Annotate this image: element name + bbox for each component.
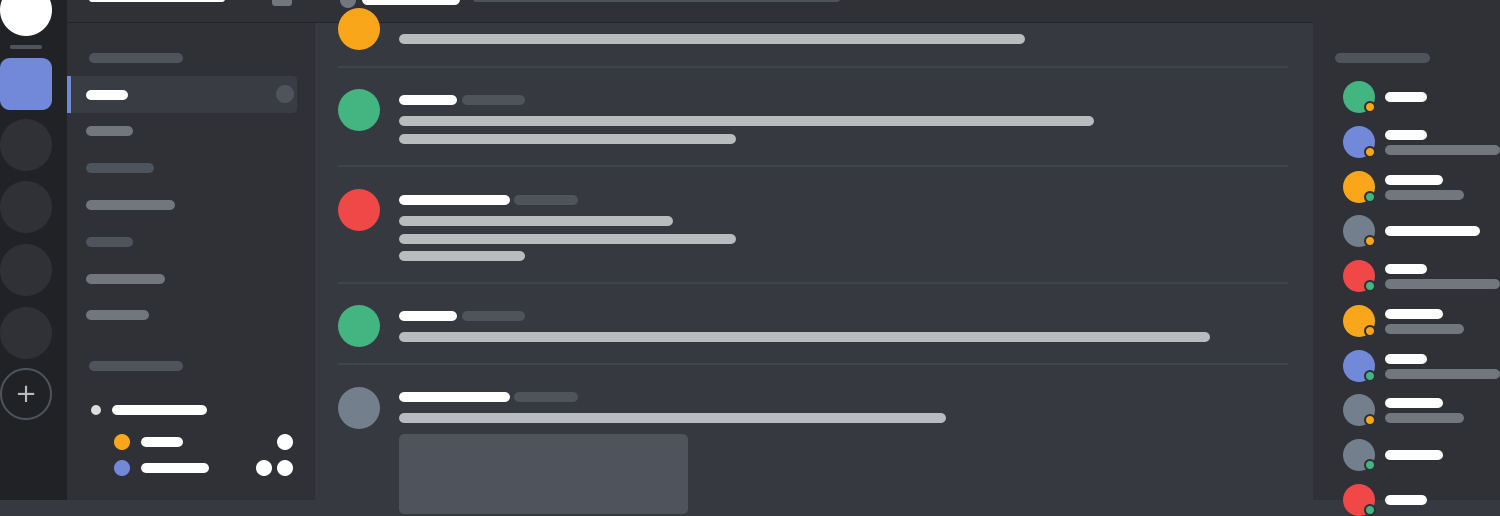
message-timestamp	[462, 95, 525, 105]
category-header[interactable]	[89, 53, 183, 63]
member-activity	[1385, 413, 1464, 423]
status-indicator	[1364, 414, 1376, 426]
message-avatar[interactable]	[338, 387, 380, 429]
member-name[interactable]	[1385, 354, 1427, 364]
status-indicator	[1364, 370, 1376, 382]
member-activity	[1385, 369, 1500, 379]
member-name[interactable]	[1385, 309, 1443, 319]
member-category-header	[1335, 53, 1430, 63]
channel-title	[362, 0, 460, 5]
voice-user-avatar[interactable]	[114, 460, 130, 476]
guild-icon[interactable]	[0, 119, 52, 171]
message-avatar[interactable]	[338, 8, 380, 50]
member-activity	[1385, 190, 1464, 200]
voice-user-avatar[interactable]	[114, 434, 130, 450]
server-name	[89, 0, 225, 2]
message-divider	[338, 363, 1288, 365]
member-list	[1313, 0, 1500, 500]
member-name[interactable]	[1385, 226, 1480, 236]
channel-sidebar	[67, 0, 315, 500]
member-name[interactable]	[1385, 92, 1427, 102]
voice-status-icon	[277, 434, 293, 450]
dropdown-icon[interactable]	[272, 0, 292, 6]
server-header[interactable]	[67, 0, 315, 23]
status-indicator	[1364, 325, 1376, 337]
status-indicator	[1364, 280, 1376, 292]
guild-icon-active[interactable]	[0, 58, 52, 110]
guild-rail: +	[0, 0, 67, 500]
message-text	[399, 34, 1025, 44]
channel-item[interactable]	[86, 310, 149, 320]
message-divider	[338, 66, 1288, 68]
message-text	[399, 234, 736, 244]
message-author[interactable]	[399, 392, 510, 402]
guild-icon[interactable]	[0, 307, 52, 359]
message-author[interactable]	[399, 195, 510, 205]
message-text	[399, 134, 736, 144]
message-timestamp	[514, 392, 578, 402]
voice-channel-icon	[91, 405, 101, 415]
channel-item[interactable]	[86, 274, 165, 284]
message-avatar[interactable]	[338, 89, 380, 131]
voice-channel-name[interactable]	[112, 405, 207, 415]
message-attachment[interactable]	[399, 434, 688, 514]
message-text	[399, 332, 1210, 342]
message-avatar[interactable]	[338, 305, 380, 347]
guild-icon[interactable]	[0, 181, 52, 233]
status-indicator	[1364, 504, 1376, 516]
message-author[interactable]	[399, 95, 457, 105]
member-activity	[1385, 279, 1500, 289]
channel-item[interactable]	[86, 163, 154, 173]
message-divider	[338, 165, 1288, 167]
member-name[interactable]	[1385, 450, 1443, 460]
voice-status-icon	[277, 460, 293, 476]
status-indicator	[1364, 235, 1376, 247]
voice-user-name	[141, 463, 209, 473]
guild-icon[interactable]	[0, 244, 52, 296]
voice-user-name	[141, 437, 183, 447]
channel-item[interactable]	[86, 200, 175, 210]
message-text	[399, 216, 673, 226]
status-indicator	[1364, 459, 1376, 471]
channel-name	[86, 90, 128, 100]
guild-separator	[10, 45, 42, 49]
hashtag-icon	[340, 0, 356, 8]
message-text	[399, 251, 525, 261]
settings-icon[interactable]	[276, 85, 294, 103]
status-indicator	[1364, 146, 1376, 158]
message-text	[399, 413, 946, 423]
channel-item[interactable]	[86, 237, 133, 247]
member-name[interactable]	[1385, 398, 1443, 408]
home-button[interactable]	[0, 0, 52, 36]
member-name[interactable]	[1385, 495, 1427, 505]
voice-status-icon	[256, 460, 272, 476]
member-name[interactable]	[1385, 264, 1427, 274]
message-author[interactable]	[399, 311, 457, 321]
channel-item[interactable]	[86, 126, 133, 136]
member-name[interactable]	[1385, 130, 1427, 140]
chat-header	[315, 0, 1313, 23]
plus-icon: +	[15, 379, 37, 409]
message-divider	[338, 282, 1288, 284]
status-indicator	[1364, 191, 1376, 203]
member-activity	[1385, 145, 1500, 155]
add-server-button[interactable]: +	[0, 368, 52, 420]
selected-indicator	[67, 76, 71, 113]
status-indicator	[1364, 101, 1376, 113]
message-timestamp	[462, 311, 525, 321]
member-activity	[1385, 324, 1464, 334]
message-text	[399, 116, 1094, 126]
member-name[interactable]	[1385, 175, 1443, 185]
message-avatar[interactable]	[338, 189, 380, 231]
message-timestamp	[514, 195, 578, 205]
category-header[interactable]	[89, 361, 183, 371]
channel-topic	[473, 0, 840, 2]
